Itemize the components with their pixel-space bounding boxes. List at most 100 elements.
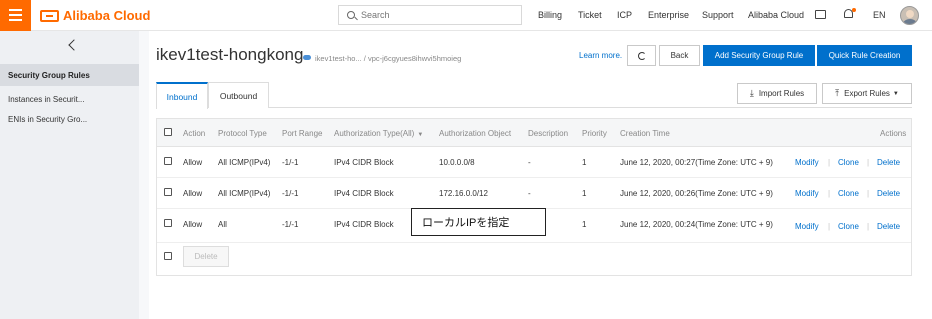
import-rules-label: Import Rules bbox=[758, 89, 805, 98]
sidebar-item-label: Security Group Rules bbox=[8, 70, 90, 80]
cell-port: -1/-1 bbox=[282, 220, 299, 229]
separator: | bbox=[867, 158, 870, 167]
cell-creation-time: June 12, 2020, 00:26(Time Zone: UTC + 9) bbox=[620, 189, 773, 198]
cell-auth-type: IPv4 CIDR Block bbox=[334, 158, 394, 167]
col-authorization-object: Authorization Object bbox=[439, 129, 512, 138]
row-checkbox[interactable] bbox=[164, 188, 172, 196]
bulk-delete-button[interactable]: Delete bbox=[183, 246, 229, 267]
annotation-callout: ローカルIPを指定 bbox=[411, 208, 546, 236]
nav-billing[interactable]: Billing bbox=[538, 10, 562, 20]
cell-creation-time: June 12, 2020, 00:24(Time Zone: UTC + 9) bbox=[620, 220, 773, 229]
cell-port: -1/-1 bbox=[282, 189, 299, 198]
cell-protocol: All ICMP(IPv4) bbox=[218, 189, 271, 198]
row-checkbox[interactable] bbox=[164, 157, 172, 165]
cell-creation-time: June 12, 2020, 00:27(Time Zone: UTC + 9) bbox=[620, 158, 773, 167]
sidebar: Security Group Rules Instances in Securi… bbox=[0, 31, 139, 319]
sidebar-item-label: ENIs in Security Gro... bbox=[8, 114, 88, 124]
modify-link[interactable]: Modify bbox=[795, 158, 819, 167]
cell-protocol: All bbox=[218, 220, 227, 229]
footer-select-all-checkbox[interactable] bbox=[164, 252, 172, 260]
col-authorization-type[interactable]: Authorization Type(All) ▼ bbox=[334, 129, 423, 138]
add-security-group-rule-button[interactable]: Add Security Group Rule bbox=[703, 45, 815, 66]
upload-icon: ⤒ bbox=[835, 88, 840, 98]
nav-support[interactable]: Support bbox=[702, 10, 734, 20]
rules-table: Action Protocol Type Port Range Authoriz… bbox=[156, 118, 912, 276]
download-icon: ⤓ bbox=[749, 88, 754, 98]
language-switch[interactable]: EN bbox=[873, 10, 886, 20]
separator: | bbox=[867, 222, 870, 231]
search-icon bbox=[347, 11, 355, 19]
col-description: Description bbox=[528, 129, 569, 138]
modify-link[interactable]: Modify bbox=[795, 222, 819, 231]
refresh-button[interactable] bbox=[627, 45, 656, 66]
cell-action: Allow bbox=[183, 189, 203, 198]
sidebar-item-instances[interactable]: Instances in Securit... bbox=[0, 88, 139, 110]
separator: | bbox=[828, 158, 831, 167]
back-chevron-icon[interactable] bbox=[66, 39, 80, 53]
cloud-icon bbox=[303, 55, 311, 60]
table-row: Allow All ICMP(IPv4) -1/-1 IPv4 CIDR Blo… bbox=[157, 178, 911, 209]
caret-down-icon: ▼ bbox=[417, 132, 424, 138]
separator: | bbox=[867, 189, 870, 198]
cell-description: - bbox=[528, 158, 531, 167]
col-protocol: Protocol Type bbox=[218, 129, 267, 138]
col-priority: Priority bbox=[582, 129, 607, 138]
sidebar-item-label: Instances in Securit... bbox=[8, 94, 85, 104]
col-action: Action bbox=[183, 129, 206, 138]
cell-action: Allow bbox=[183, 158, 203, 167]
top-bar: Alibaba Cloud Billing Ticket ICP Enterpr… bbox=[0, 0, 932, 31]
tab-outbound[interactable]: Outbound bbox=[208, 82, 269, 108]
cell-auth-object: 10.0.0.0/8 bbox=[439, 158, 475, 167]
delete-link[interactable]: Delete bbox=[877, 158, 900, 167]
cell-auth-type: IPv4 CIDR Block bbox=[334, 189, 394, 198]
select-all-checkbox[interactable] bbox=[164, 128, 172, 136]
back-button[interactable]: Back bbox=[659, 45, 700, 66]
refresh-icon bbox=[637, 51, 646, 60]
menu-icon[interactable] bbox=[0, 0, 31, 31]
cell-priority: 1 bbox=[582, 220, 587, 229]
alibaba-cloud-logo-icon bbox=[40, 9, 59, 22]
nav-icp[interactable]: ICP bbox=[617, 10, 632, 20]
col-actions: Actions bbox=[880, 129, 907, 138]
breadcrumb[interactable]: ikev1test-ho... / vpc-j6cgyues8ihwvi5hmo… bbox=[315, 54, 461, 63]
row-checkbox[interactable] bbox=[164, 219, 172, 227]
separator: | bbox=[828, 222, 831, 231]
sidebar-item-security-group-rules[interactable]: Security Group Rules bbox=[0, 64, 139, 86]
col-creation-time: Creation Time bbox=[620, 129, 670, 138]
terminal-icon[interactable] bbox=[815, 10, 826, 19]
logo[interactable]: Alibaba Cloud bbox=[40, 7, 150, 24]
export-rules-label: Export Rules bbox=[844, 89, 890, 98]
cell-priority: 1 bbox=[582, 189, 587, 198]
table-header: Action Protocol Type Port Range Authoriz… bbox=[157, 119, 911, 147]
modify-link[interactable]: Modify bbox=[795, 189, 819, 198]
search-input[interactable] bbox=[361, 10, 511, 20]
col-port-range: Port Range bbox=[282, 129, 323, 138]
export-rules-button[interactable]: ⤒ Export Rules ▼ bbox=[822, 83, 912, 104]
clone-link[interactable]: Clone bbox=[838, 222, 859, 231]
nav-enterprise[interactable]: Enterprise bbox=[648, 10, 689, 20]
search-box[interactable] bbox=[338, 5, 522, 25]
separator: | bbox=[828, 189, 831, 198]
bell-icon[interactable] bbox=[843, 8, 856, 20]
quick-rule-creation-button[interactable]: Quick Rule Creation bbox=[817, 45, 912, 66]
delete-link[interactable]: Delete bbox=[877, 189, 900, 198]
tab-inbound[interactable]: Inbound bbox=[156, 82, 208, 109]
cell-auth-object: 172.16.0.0/12 bbox=[439, 189, 488, 198]
cell-action: Allow bbox=[183, 220, 203, 229]
caret-down-icon: ▼ bbox=[892, 90, 899, 97]
clone-link[interactable]: Clone bbox=[838, 189, 859, 198]
delete-link[interactable]: Delete bbox=[877, 222, 900, 231]
avatar[interactable] bbox=[900, 6, 919, 25]
sidebar-item-enis[interactable]: ENIs in Security Gro... bbox=[0, 108, 139, 130]
sidebar-divider bbox=[139, 31, 149, 319]
cell-protocol: All ICMP(IPv4) bbox=[218, 158, 271, 167]
nav-ticket[interactable]: Ticket bbox=[578, 10, 602, 20]
nav-alibaba-cloud[interactable]: Alibaba Cloud bbox=[748, 10, 804, 20]
learn-more-link[interactable]: Learn more. bbox=[579, 51, 622, 60]
clone-link[interactable]: Clone bbox=[838, 158, 859, 167]
import-rules-button[interactable]: ⤓ Import Rules bbox=[737, 83, 817, 104]
cell-description: - bbox=[528, 189, 531, 198]
cell-priority: 1 bbox=[582, 158, 587, 167]
table-row: Allow All ICMP(IPv4) -1/-1 IPv4 CIDR Blo… bbox=[157, 147, 911, 178]
cell-port: -1/-1 bbox=[282, 158, 299, 167]
